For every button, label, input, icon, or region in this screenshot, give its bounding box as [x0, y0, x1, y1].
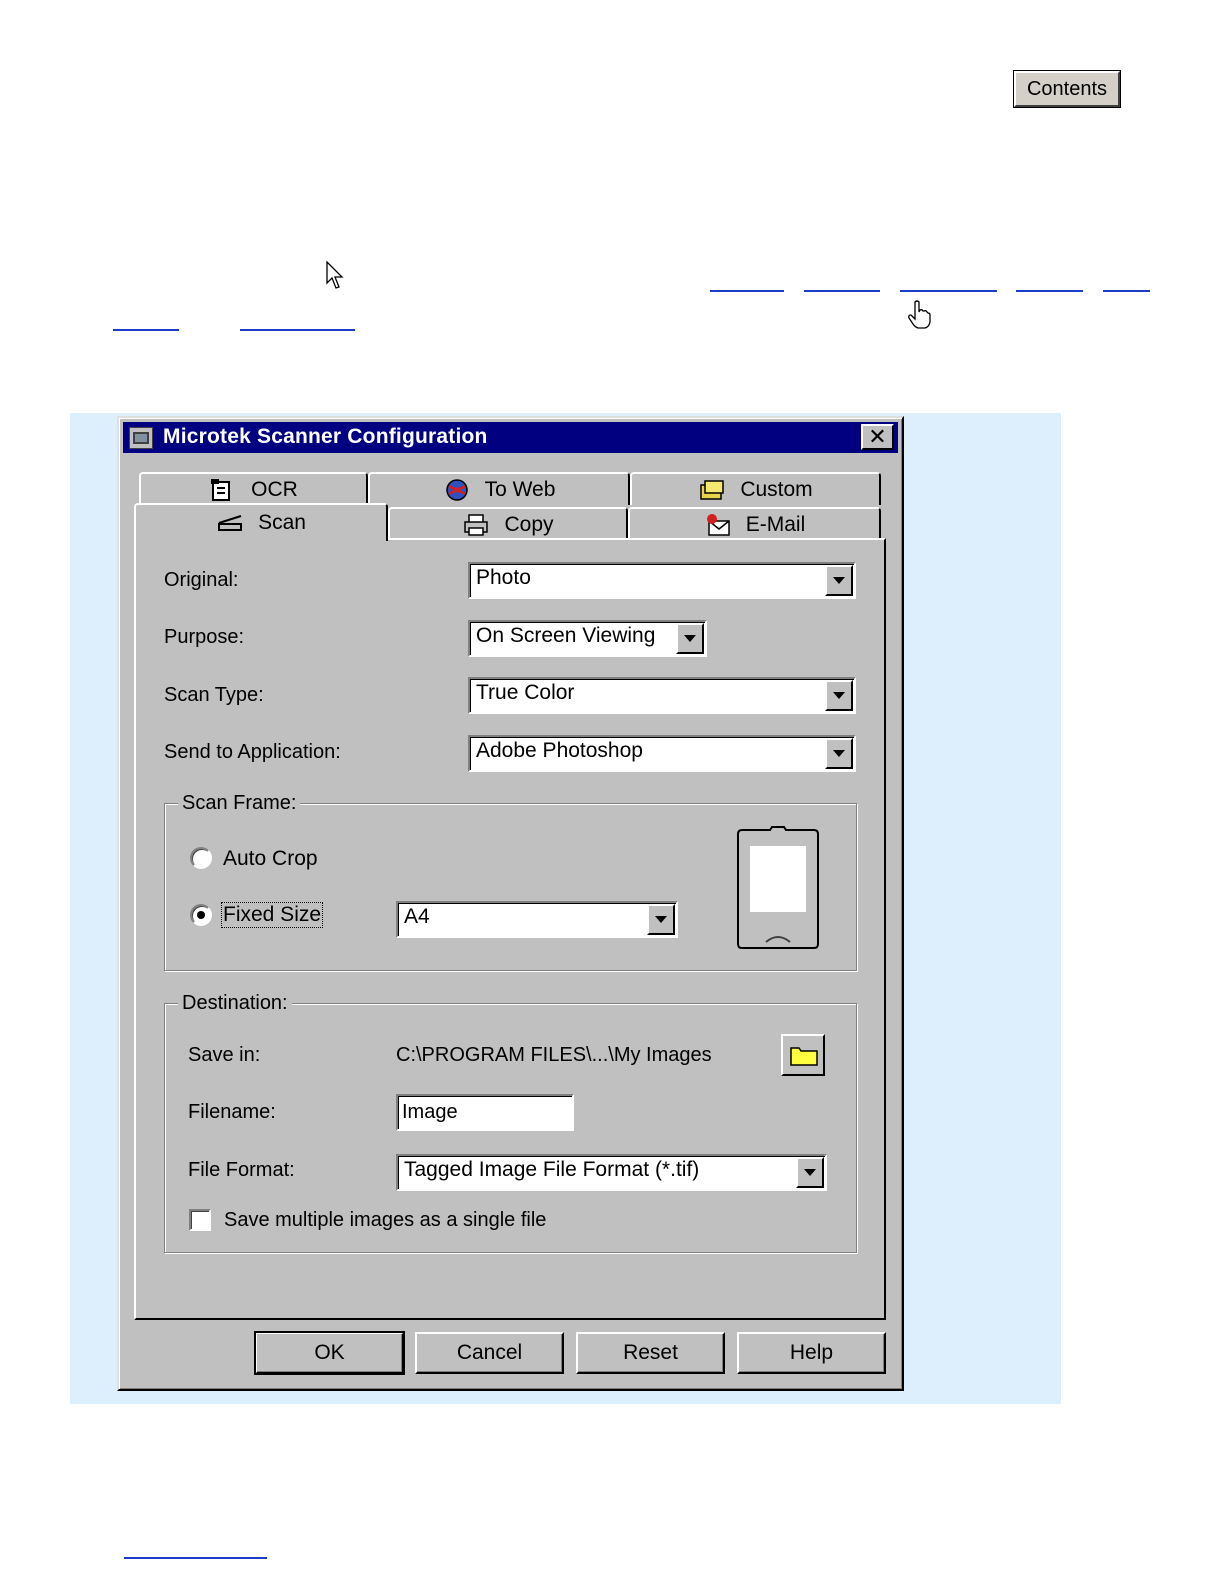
dropdown-arrow-icon[interactable] — [676, 623, 704, 654]
scan-type-select[interactable]: True Color — [468, 677, 856, 714]
ocr-document-icon — [211, 478, 231, 501]
purpose-select[interactable]: On Screen Viewing — [468, 620, 707, 657]
cancel-button[interactable]: Cancel — [415, 1332, 564, 1374]
dropdown-arrow-icon[interactable] — [825, 680, 853, 711]
link-underline[interactable] — [1103, 290, 1150, 292]
globe-icon — [445, 478, 468, 501]
tab-label: Scan — [258, 511, 306, 534]
file-format-select[interactable]: Tagged Image File Format (*.tif) — [396, 1154, 827, 1191]
purpose-label: Purpose: — [164, 626, 245, 648]
dialog-title: Microtek Scanner Configuration — [163, 425, 488, 448]
tab-copy[interactable]: Copy — [388, 507, 628, 540]
send-to-select[interactable]: Adobe Photoshop — [468, 735, 856, 772]
link-underline[interactable] — [1016, 290, 1083, 292]
original-select[interactable]: Photo — [468, 562, 856, 599]
link-underline[interactable] — [113, 329, 179, 331]
auto-crop-label[interactable]: Auto Crop — [223, 847, 318, 871]
browse-folder-button[interactable] — [781, 1034, 825, 1076]
fixed-size-label[interactable]: Fixed Size — [221, 902, 324, 928]
purpose-value: On Screen Viewing — [476, 624, 656, 647]
filename-label: Filename: — [188, 1101, 276, 1123]
send-to-label: Send to Application: — [164, 741, 341, 763]
original-label: Original: — [164, 569, 239, 591]
save-in-path: C:\PROGRAM FILES\...\My Images — [396, 1044, 712, 1066]
file-format-label: File Format: — [188, 1159, 295, 1181]
folder-icon — [790, 1047, 818, 1066]
link-underline[interactable] — [240, 329, 355, 331]
send-to-value: Adobe Photoshop — [476, 739, 643, 762]
hand-cursor-icon — [908, 300, 931, 329]
close-icon: ✕ — [868, 424, 887, 450]
close-button[interactable]: ✕ — [861, 424, 894, 450]
ok-button[interactable]: OK — [254, 1331, 405, 1375]
tab-to-web[interactable]: To Web — [368, 472, 630, 505]
scanner-icon — [218, 515, 243, 531]
filename-value: Image — [402, 1101, 458, 1123]
tab-custom[interactable]: Custom — [630, 472, 881, 505]
email-icon — [706, 513, 730, 536]
auto-crop-radio[interactable] — [190, 847, 212, 869]
fixed-size-value: A4 — [404, 905, 430, 928]
save-in-label: Save in: — [188, 1044, 261, 1066]
fixed-size-select[interactable]: A4 — [396, 901, 678, 938]
file-format-value: Tagged Image File Format (*.tif) — [404, 1158, 700, 1181]
save-multiple-label[interactable]: Save multiple images as a single file — [224, 1209, 546, 1232]
scanner-app-icon — [129, 427, 153, 449]
reset-button[interactable]: Reset — [576, 1332, 725, 1374]
scan-type-label: Scan Type: — [164, 684, 264, 706]
tab-scan[interactable]: Scan — [134, 503, 388, 541]
tab-label: E-Mail — [745, 512, 806, 536]
dropdown-arrow-icon[interactable] — [647, 904, 675, 935]
tab-ocr[interactable]: OCR — [139, 472, 368, 505]
title-bar: Microtek Scanner Configuration — [123, 422, 898, 453]
original-value: Photo — [476, 566, 531, 589]
help-button[interactable]: Help — [737, 1332, 886, 1374]
tab-label: Custom — [740, 477, 813, 501]
save-multiple-checkbox[interactable] — [189, 1209, 211, 1231]
scan-frame-legend: Scan Frame: — [178, 792, 301, 815]
tab-label: Copy — [504, 512, 554, 536]
tab-label: To Web — [484, 477, 556, 501]
filename-input[interactable]: Image — [396, 1094, 574, 1131]
scan-type-value: True Color — [476, 681, 575, 704]
destination-legend: Destination: — [178, 992, 292, 1015]
tab-email[interactable]: E-Mail — [628, 507, 881, 540]
folders-icon — [700, 479, 725, 500]
dropdown-arrow-icon[interactable] — [825, 738, 853, 769]
contents-button[interactable]: Contents — [1013, 70, 1121, 108]
fixed-size-radio[interactable] — [190, 904, 212, 926]
link-underline[interactable] — [804, 290, 880, 292]
arrow-cursor-icon — [326, 261, 344, 289]
dropdown-arrow-icon[interactable] — [796, 1157, 824, 1188]
link-underline[interactable] — [710, 290, 784, 292]
link-underline[interactable] — [900, 290, 997, 292]
link-underline[interactable] — [124, 1557, 267, 1559]
dropdown-arrow-icon[interactable] — [825, 565, 853, 596]
tab-label: OCR — [251, 477, 298, 501]
printer-icon — [464, 513, 489, 536]
scanner-bed-icon — [737, 826, 819, 949]
